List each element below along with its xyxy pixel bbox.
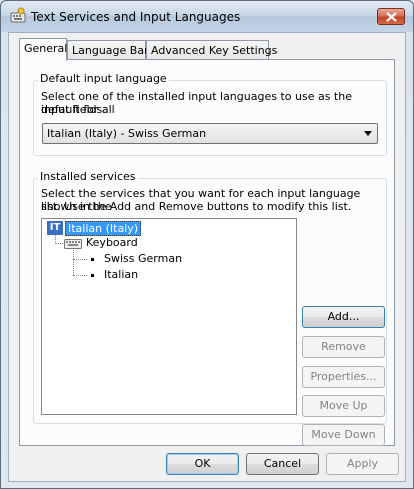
installed-services-tree[interactable]: IT Italian (Italy) Keyboard Swiss German… <box>41 218 297 415</box>
tree-connector <box>55 243 63 244</box>
tree-language-label: Italian (Italy) <box>65 221 142 236</box>
cancel-button[interactable]: Cancel <box>246 453 319 475</box>
keyboard-app-icon <box>9 7 27 25</box>
tree-keyboard-label: Keyboard <box>86 236 138 249</box>
tree-layout-label: Swiss German <box>104 252 183 265</box>
default-language-value: Italian (Italy) - Swiss German <box>47 127 207 140</box>
tree-connector <box>73 250 74 275</box>
properties-button-label: Properties... <box>310 370 377 383</box>
tab-general[interactable]: General <box>19 38 67 61</box>
remove-button[interactable]: Remove <box>302 336 385 358</box>
tab-language-bar[interactable]: Language Bar <box>67 40 149 60</box>
tab-language-bar-label: Language Bar <box>72 44 149 57</box>
title-bar[interactable]: Text Services and Input Languages <box>1 1 413 32</box>
ok-button-label: OK <box>194 457 211 470</box>
move-up-button-label: Move Up <box>319 399 368 412</box>
keyboard-icon <box>64 239 82 249</box>
ok-button[interactable]: OK <box>166 453 239 475</box>
close-button[interactable] <box>377 8 405 25</box>
default-input-description-line2: input fields. <box>41 103 106 116</box>
default-input-group-label: Default input language <box>38 72 169 85</box>
tab-advanced-key-settings[interactable]: Advanced Key Settings <box>146 40 277 60</box>
move-down-button-label: Move Down <box>311 428 376 441</box>
cancel-button-label: Cancel <box>263 457 302 470</box>
add-button-label: Add... <box>327 310 360 323</box>
tab-general-label: General <box>24 42 68 55</box>
default-language-dropdown[interactable]: Italian (Italy) - Swiss German <box>42 123 378 144</box>
installed-services-group-label: Installed services <box>38 170 138 183</box>
move-up-button[interactable]: Move Up <box>302 395 385 417</box>
language-badge: IT <box>47 221 63 235</box>
dialog-window: Text Services and Input Languages Genera… <box>0 0 414 489</box>
dialog-client: General Language Bar Advanced Key Settin… <box>8 32 406 482</box>
apply-button[interactable]: Apply <box>326 453 399 475</box>
close-icon <box>386 12 397 22</box>
apply-button-label: Apply <box>346 457 379 470</box>
bullet-icon <box>91 258 94 261</box>
window-title: Text Services and Input Languages <box>31 10 241 24</box>
tree-layout-label: Italian <box>104 268 139 281</box>
chevron-down-icon <box>364 131 372 136</box>
bullet-icon <box>91 274 94 277</box>
tab-advanced-key-settings-label: Advanced Key Settings <box>151 44 278 57</box>
tree-connector <box>73 259 87 260</box>
general-tab-panel: Default input language Select one of the… <box>19 59 395 446</box>
move-down-button[interactable]: Move Down <box>302 424 385 446</box>
remove-button-label: Remove <box>321 340 366 353</box>
add-button[interactable]: Add... <box>302 306 385 328</box>
installed-services-description-line2: list. Use the Add and Remove buttons to … <box>41 200 352 213</box>
properties-button[interactable]: Properties... <box>302 366 385 388</box>
tree-connector <box>73 275 87 276</box>
